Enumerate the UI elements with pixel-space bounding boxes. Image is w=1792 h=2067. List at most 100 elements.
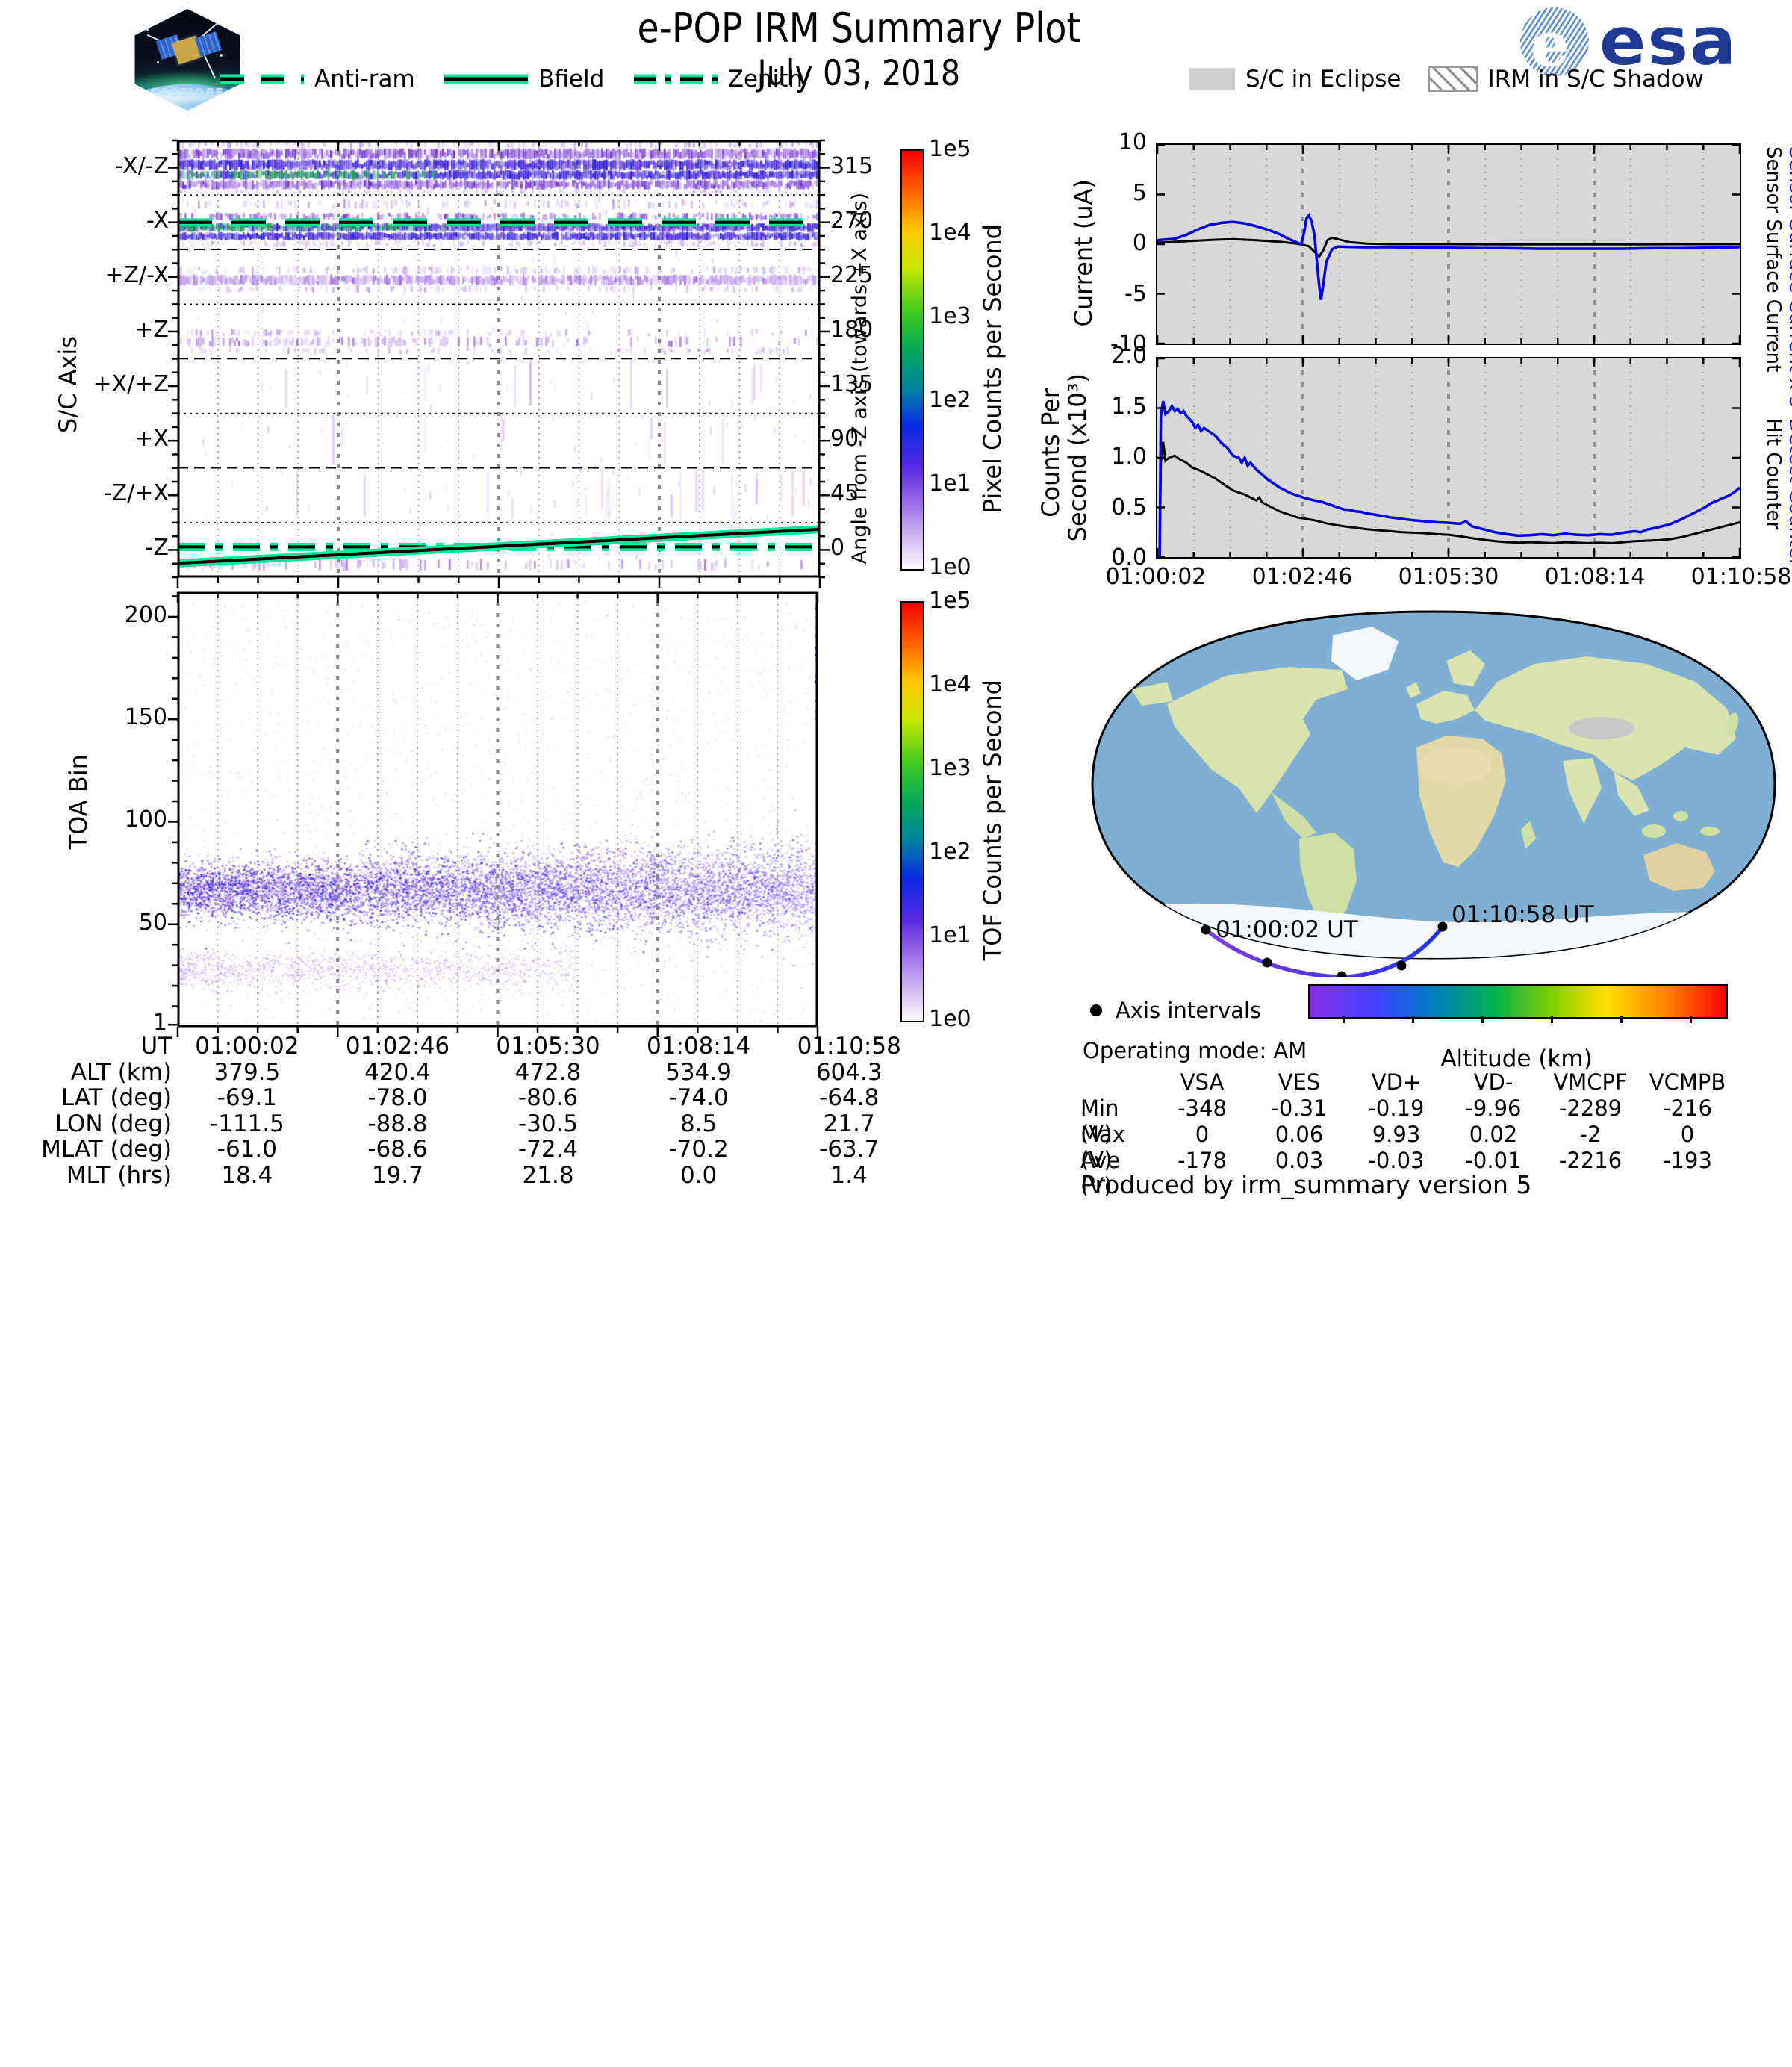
colorbar-ticklabel: 1e3 bbox=[929, 303, 971, 329]
colorbar-ticklabel: 1e5 bbox=[929, 136, 971, 162]
patch-border: CASSIOPE bbox=[128, 3, 246, 116]
voltage-cell: -348 bbox=[1177, 1095, 1227, 1121]
legend-eclipse: S/C in Eclipse bbox=[1189, 66, 1401, 93]
altitude-tick bbox=[1550, 1016, 1553, 1023]
ephemeris-cell: 01:00:02 bbox=[195, 1033, 299, 1060]
ephemeris-cell: 1.4 bbox=[830, 1161, 868, 1189]
toa-bin-heatmap-plot bbox=[168, 591, 819, 1037]
ground-track-end-label: 01:10:58 UT bbox=[1452, 901, 1595, 928]
altitude-tick bbox=[1620, 1016, 1623, 1023]
counts-right-label-black: Hit Counter bbox=[1762, 418, 1785, 530]
legend-anti-ram: Anti-ram bbox=[220, 66, 415, 93]
legend-shadow: IRM in S/C Shadow bbox=[1428, 66, 1704, 93]
current-yticklabel: 10 bbox=[1118, 129, 1147, 155]
sc-axis-row-label: -X/-Z bbox=[115, 152, 169, 179]
legend-eclipse-label: S/C in Eclipse bbox=[1245, 66, 1401, 93]
operating-mode: Operating mode: AM bbox=[1083, 1038, 1307, 1063]
voltage-row-label: Max (V) bbox=[1080, 1122, 1125, 1172]
counts-right-label-blue: Detect Counter bbox=[1785, 418, 1792, 567]
current-right-label-blue: Sensor Surface Current x 5 bbox=[1785, 146, 1792, 408]
sc-axis-overlay bbox=[168, 139, 830, 588]
voltage-cell: 9.93 bbox=[1372, 1122, 1421, 1147]
voltage-column-header: VSA bbox=[1180, 1069, 1225, 1095]
ephemeris-cell: 472.8 bbox=[514, 1058, 582, 1086]
voltage-cell: -2289 bbox=[1558, 1095, 1623, 1121]
ephemeris-cell: 01:08:14 bbox=[647, 1033, 751, 1060]
colorbar-ticklabel: 1e1 bbox=[929, 922, 971, 948]
counts-yticklabel: 0.5 bbox=[1111, 494, 1147, 520]
voltage-row-label: Min (V) bbox=[1080, 1095, 1119, 1146]
ephemeris-cell: -72.4 bbox=[517, 1136, 579, 1163]
colorbar-ticklabel: 1e4 bbox=[929, 220, 971, 246]
current-yticklabel: 5 bbox=[1132, 179, 1147, 206]
anti-ram-line-icon bbox=[220, 74, 304, 84]
ground-track-map: 01:00:02 UT 01:10:58 UT bbox=[1079, 592, 1788, 981]
altitude-tick bbox=[1411, 1016, 1414, 1023]
toa-bin-ticklabel: 200 bbox=[124, 601, 167, 628]
ephemeris-cell: -64.8 bbox=[819, 1084, 880, 1111]
voltage-column-header: VMCPF bbox=[1553, 1069, 1628, 1095]
voltage-row: Max (V) 0 0.06 9.93 0.02 -2 0 bbox=[1042, 1122, 1758, 1172]
voltage-cell: 0.06 bbox=[1275, 1122, 1324, 1147]
ground-track-start-label: 01:00:02 UT bbox=[1216, 916, 1359, 943]
current-plot-svg bbox=[1156, 143, 1741, 345]
colorbar-ticklabel: 1e3 bbox=[929, 755, 971, 781]
ephemeris-row: ALT (km) 379.5 420.4 472.8 534.9 604.3 bbox=[13, 1058, 924, 1086]
ephemeris-cell: -61.0 bbox=[217, 1136, 277, 1163]
sc-axis-row-label: +X/+Z bbox=[93, 371, 169, 398]
ephemeris-cell: 0.0 bbox=[679, 1161, 718, 1189]
ephemeris-row: LAT (deg) -69.1 -78.0 -80.6 -74.0 -64.8 bbox=[13, 1084, 924, 1111]
tof-counts-colorbar-label: TOF Counts per Second bbox=[978, 680, 1007, 961]
counts-plot-svg bbox=[1156, 357, 1741, 559]
tof-counts-colorbar bbox=[900, 601, 924, 1022]
counts-ylabel-line1: Counts Per bbox=[1036, 388, 1065, 517]
page-title: e-POP IRM Summary Plot bbox=[637, 4, 1080, 52]
ephemeris-cell: 379.5 bbox=[214, 1058, 281, 1086]
ephemeris-cell: -111.5 bbox=[209, 1110, 284, 1137]
ephemeris-cell: 534.9 bbox=[665, 1058, 732, 1086]
sc-axis-right-axis-label: Angle from -Z axis (towards +X axis) bbox=[848, 193, 871, 565]
cassiope-mission-patch: CASSIOPE bbox=[125, 3, 248, 116]
ephemeris-row: MLT (hrs) 18.4 19.7 21.8 0.0 1.4 bbox=[13, 1161, 924, 1189]
ephemeris-cell: -30.5 bbox=[517, 1110, 579, 1137]
toa-bin-ticklabel: 100 bbox=[124, 806, 167, 833]
toa-bin-ylabel: TOA Bin bbox=[64, 754, 93, 850]
sc-axis-row-label: -X bbox=[146, 207, 169, 234]
ephemeris-cell: 01:02:46 bbox=[345, 1033, 450, 1060]
colorbar-ticklabel: 1e2 bbox=[929, 839, 971, 865]
voltage-cell: -2216 bbox=[1558, 1148, 1623, 1173]
left-plots-legend: Anti-ram Bfield Zenith bbox=[220, 66, 803, 93]
patch-art: CASSIOPE bbox=[134, 9, 240, 111]
ephemeris-cell: 01:05:30 bbox=[496, 1033, 600, 1060]
ephemeris-cell: 420.4 bbox=[364, 1058, 431, 1086]
legend-shadow-label: IRM in S/C Shadow bbox=[1487, 66, 1704, 93]
sc-axis-row-label: +Z/-X bbox=[105, 261, 169, 288]
current-plot bbox=[1156, 143, 1741, 345]
ephemeris-cell: -69.1 bbox=[217, 1084, 277, 1111]
ephemeris-cell: 21.8 bbox=[522, 1161, 574, 1189]
voltage-cell: -216 bbox=[1663, 1095, 1712, 1121]
voltage-header-row: VSA VES VD+ VD- VMCPF VCMPB bbox=[1042, 1069, 1758, 1095]
voltage-row: Min (V) -348 -0.31 -0.19 -9.96 -2289 -216 bbox=[1042, 1095, 1758, 1146]
altitude-tick bbox=[1342, 1016, 1345, 1023]
sc-axis-row-label: -Z/+X bbox=[103, 480, 169, 507]
ephemeris-cell: -74.0 bbox=[668, 1084, 729, 1111]
counts-xticklabel: 01:02:46 bbox=[1251, 564, 1353, 590]
counts-yticklabel: 1.0 bbox=[1111, 444, 1147, 470]
ephemeris-cell: -68.6 bbox=[367, 1136, 428, 1163]
colorbar-ticklabel: 1e5 bbox=[929, 588, 971, 614]
world-map-svg: 01:00:02 UT 01:10:58 UT bbox=[1091, 610, 1776, 981]
altitude-colorbar-ticks: 400600800100012001400 bbox=[1308, 1020, 1725, 1045]
voltage-cell: -9.96 bbox=[1465, 1095, 1522, 1121]
esa-wordmark: esa bbox=[1599, 3, 1738, 80]
ephemeris-cell: -70.2 bbox=[668, 1136, 729, 1163]
ephemeris-row-label: MLT (hrs) bbox=[66, 1161, 172, 1189]
current-yticklabel: -5 bbox=[1124, 280, 1147, 307]
shadow-hatch-swatch-icon bbox=[1428, 66, 1478, 92]
legend-bfield-label: Bfield bbox=[538, 66, 605, 93]
colorbar-ticklabel: 1e0 bbox=[929, 554, 971, 580]
ephemeris-row-label: UT bbox=[140, 1033, 172, 1060]
altitude-colorbar bbox=[1308, 984, 1728, 1019]
sc-axis-right-ticklabel: 0 bbox=[830, 535, 845, 562]
voltage-cell: -2 bbox=[1579, 1122, 1602, 1147]
